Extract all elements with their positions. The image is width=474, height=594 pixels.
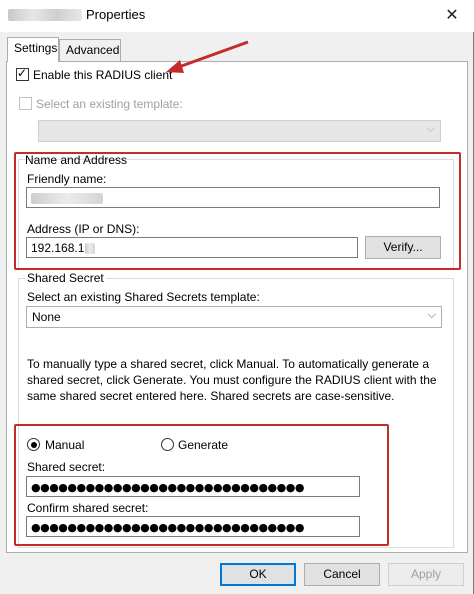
checkmark-icon: ✓ [17,66,28,80]
enable-radius-client-checkbox[interactable]: ✓ [16,66,29,81]
annotation-highlight-shared-secret [14,424,389,546]
secret-template-dropdown[interactable]: None ⌵ [26,306,442,328]
shared-secret-group-label: Shared Secret [25,271,106,285]
title-bar: Properties ✕ [0,0,474,32]
redacted-client-name [8,9,82,21]
close-icon: ✕ [445,7,459,24]
annotation-arrow [166,40,249,73]
secret-template-label: Select an existing Shared Secrets templa… [27,290,260,304]
shared-secret-description: To manually type a shared secret, click … [27,357,437,403]
annotation-highlight-name-address [14,152,461,270]
chevron-down-icon: ⌵ [427,309,436,321]
ok-button[interactable]: OK [220,563,296,586]
use-template-label: Select an existing template: [36,97,183,111]
tab-settings[interactable]: Settings [7,37,59,62]
properties-window: Properties ✕ Settings Advanced ✓ Enable … [0,0,474,594]
close-button[interactable]: ✕ [430,0,474,30]
tab-advanced[interactable]: Advanced [59,39,121,61]
chevron-down-icon: ⌵ [426,123,435,135]
use-template-checkbox[interactable] [19,97,32,110]
template-dropdown[interactable]: ⌵ [38,120,441,142]
cancel-button[interactable]: Cancel [304,563,380,586]
enable-radius-client-label: Enable this RADIUS client [33,68,173,82]
apply-button[interactable]: Apply [388,563,464,586]
window-title: Properties [86,7,146,22]
